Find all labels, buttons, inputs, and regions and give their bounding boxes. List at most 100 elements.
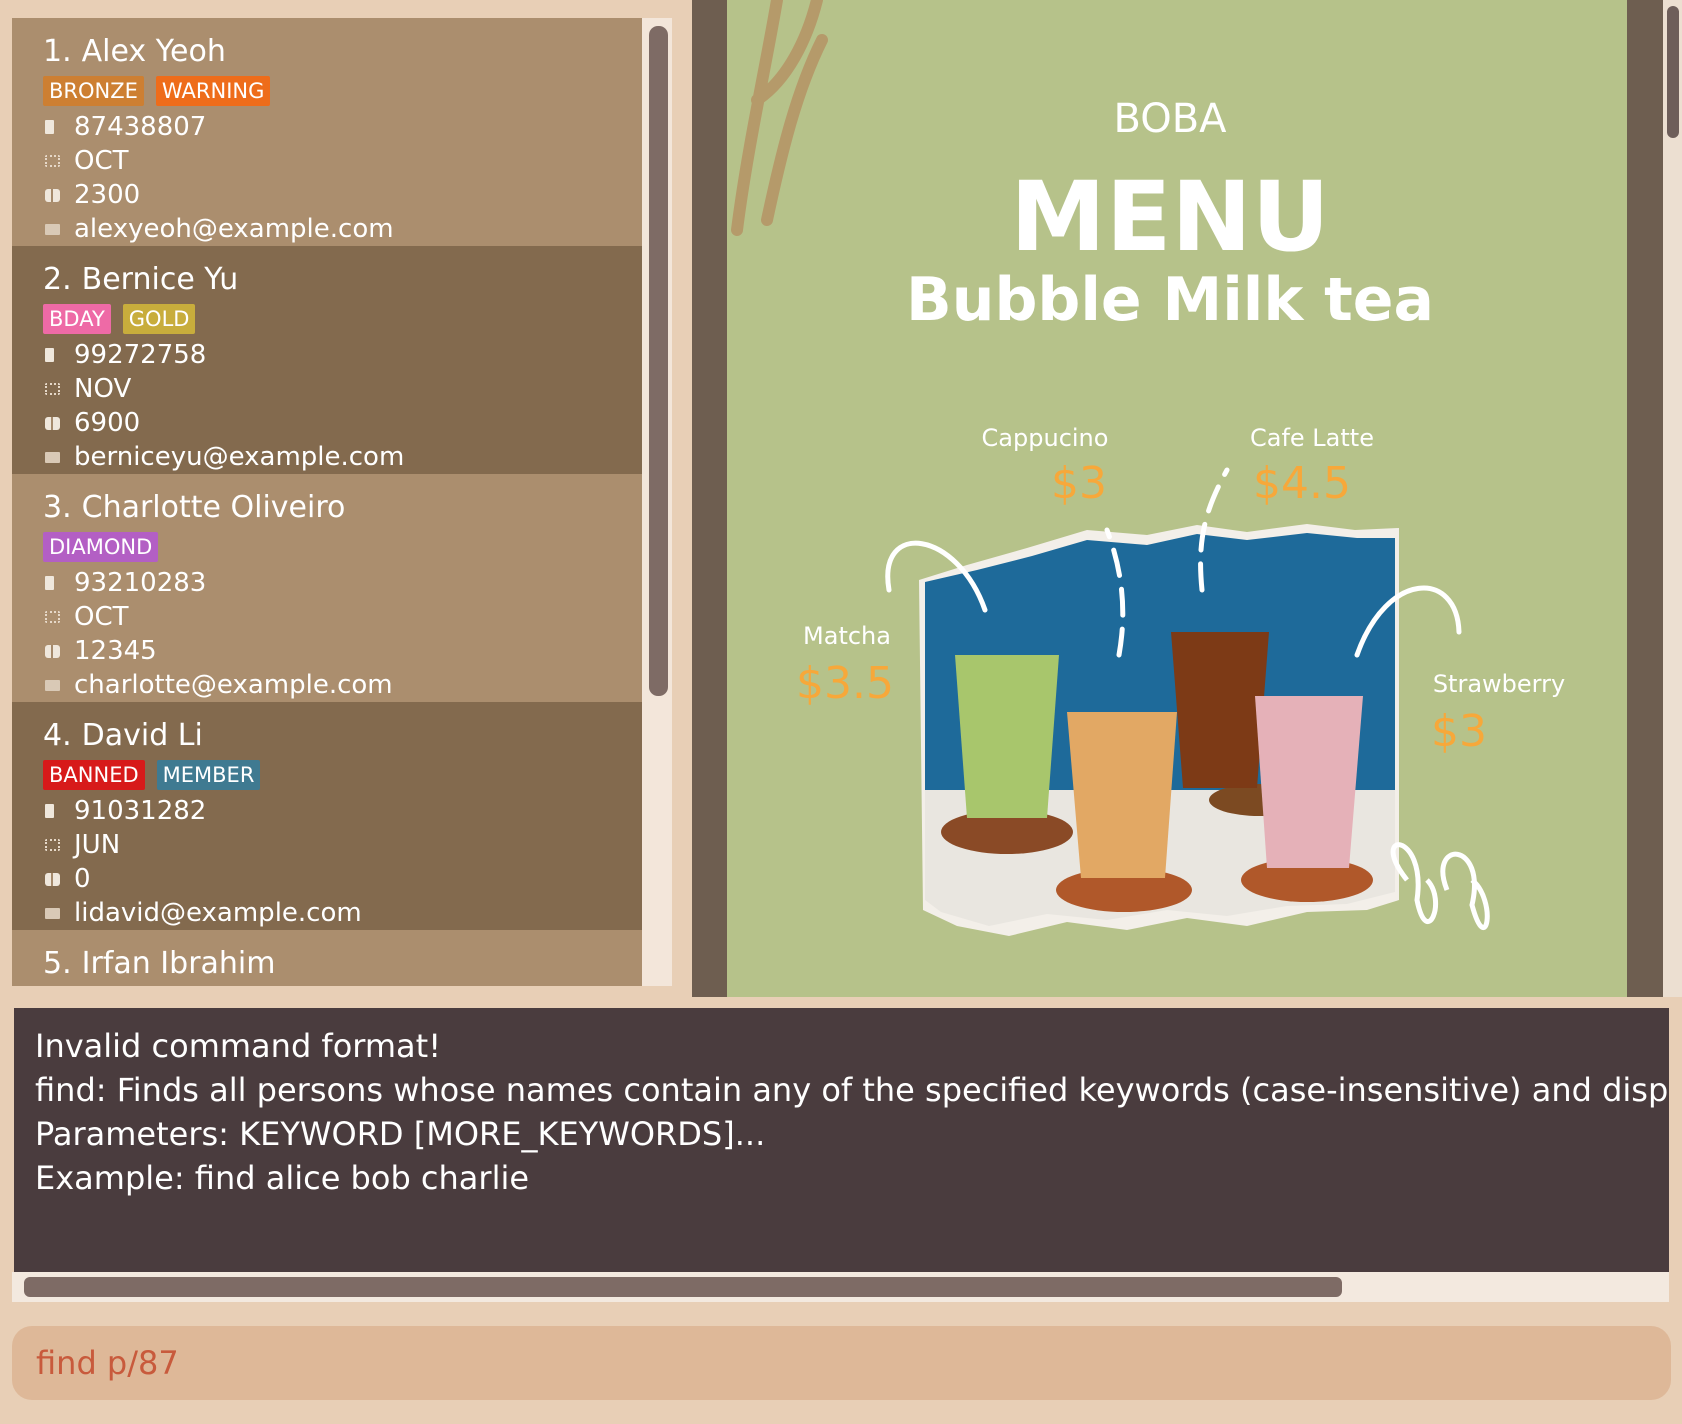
tag-badge: BANNED [43,760,145,790]
cafe-latte-drink-cup [1171,632,1269,788]
points-row: 2300 [43,178,642,212]
phone-icon [43,576,74,590]
squiggle-decoration [731,0,828,236]
person-list-panel[interactable]: 1. Alex Yeoh BRONZE WARNING 87438807 OCT … [12,18,672,986]
command-box[interactable] [12,1326,1671,1400]
email-row: lidavid@example.com [43,896,642,930]
person-card[interactable]: 1. Alex Yeoh BRONZE WARNING 87438807 OCT … [12,18,642,246]
gift-icon [43,188,74,202]
person-name: Alex Yeoh [81,34,226,69]
command-input[interactable] [36,1344,1671,1382]
phone-icon [43,120,74,134]
person-index: 3. [43,490,72,525]
boba-menu-image: BOBA MENU Bubble Milk tea Cappucino $3 C… [727,0,1627,997]
mail-icon [43,907,74,919]
menu-artwork: BOBA MENU Bubble Milk tea Cappucino $3 C… [731,0,1565,936]
calendar-icon [43,383,74,395]
tag-badge: MEMBER [156,760,261,790]
menu-item-name: Cafe Latte [1250,424,1374,452]
email-row: charlotte@example.com [43,668,642,702]
person-name: Bernice Yu [81,262,239,297]
mail-icon [43,223,74,235]
strawberry-drink-cup [1255,696,1363,868]
birthday-row: NOV [43,372,642,406]
points-row: 6900 [43,406,642,440]
person-card[interactable]: 2. Bernice Yu BDAY GOLD 99272758 NOV 6900… [12,246,642,474]
points-value: 6900 [74,408,141,438]
menu-subtitle: Bubble Milk tea [906,265,1434,335]
tag-badge: DIAMOND [43,532,159,562]
tag-badge: GOLD [122,304,196,334]
calendar-icon [43,155,74,167]
birthday-row: OCT [43,600,642,634]
tag-badge: BDAY [43,304,111,334]
menu-item-price: $3.5 [796,658,894,709]
phone-row: 99272758 [43,338,642,372]
email-value: berniceyu@example.com [74,442,405,472]
result-line: Example: find alice bob charlie [35,1159,530,1197]
points-value: 12345 [74,636,157,666]
menu-item-price: $3 [1431,706,1487,757]
person-index: 2. [43,262,72,297]
person-name: Irfan Ibrahim [81,946,276,981]
person-card[interactable]: 5. Irfan Ibrahim [12,930,642,986]
menu-item-name: Matcha [803,622,891,650]
tag-badge: BRONZE [43,76,144,106]
image-panel: BOBA MENU Bubble Milk tea Cappucino $3 C… [692,0,1682,997]
person-name-row: 3. Charlotte Oliveiro [43,488,642,528]
points-value: 0 [74,864,91,894]
gift-icon [43,416,74,430]
birthday-month-value: OCT [74,602,129,632]
person-name: David Li [81,718,203,753]
cappucino-drink-cup [1067,712,1177,878]
menu-item-name: Cappucino [982,424,1109,452]
right-scrollbar-track [1663,0,1682,997]
phone-row: 93210283 [43,566,642,600]
matcha-drink-cup [955,655,1059,818]
phone-value: 87438807 [74,112,207,142]
menu-title: MENU [1010,161,1329,273]
email-row: alexyeoh@example.com [43,212,642,246]
person-index: 1. [43,34,72,69]
menu-item-price: $4.5 [1253,458,1351,509]
phone-value: 99272758 [74,340,207,370]
result-line: find: Finds all persons whose names cont… [35,1071,1669,1109]
person-card[interactable]: 3. Charlotte Oliveiro DIAMOND 93210283 OC… [12,474,642,702]
mail-icon [43,679,74,691]
menu-item-name: Strawberry [1433,670,1565,698]
phone-value: 91031282 [74,796,207,826]
result-horizontal-scrollbar[interactable] [24,1277,1342,1297]
gift-icon [43,644,74,658]
phone-value: 93210283 [74,568,207,598]
right-scrollbar[interactable] [1667,6,1679,138]
points-value: 2300 [74,180,141,210]
person-name-row: 2. Bernice Yu [43,260,642,300]
menu-item-price: $3 [1051,458,1107,509]
person-name: Charlotte Oliveiro [81,490,346,525]
menu-brand: BOBA [1113,96,1227,142]
tag-list: DIAMOND [43,532,642,566]
gift-icon [43,872,74,886]
birthday-row: JUN [43,828,642,862]
person-name-row: 1. Alex Yeoh [43,32,642,72]
tag-list: BANNED MEMBER [43,760,642,794]
calendar-icon [43,611,74,623]
tag-list: BDAY GOLD [43,304,642,338]
phone-row: 87438807 [43,110,642,144]
person-card[interactable]: 4. David Li BANNED MEMBER 91031282 JUN 0 … [12,702,642,930]
result-text: Invalid command format! find: Finds all … [14,1008,1669,1200]
email-value: charlotte@example.com [74,670,393,700]
result-display[interactable]: Invalid command format! find: Finds all … [14,1008,1669,1272]
birthday-month-value: NOV [74,374,132,404]
phone-icon [43,348,74,362]
birthday-row: OCT [43,144,642,178]
result-line: Invalid command format! [35,1027,442,1065]
phone-icon [43,804,74,818]
person-name-row: 4. David Li [43,716,642,756]
list-scrollbar[interactable] [649,26,668,696]
tag-list: BRONZE WARNING [43,76,642,110]
mail-icon [43,451,74,463]
person-index: 4. [43,718,72,753]
email-row: berniceyu@example.com [43,440,642,474]
birthday-month-value: JUN [74,830,121,860]
